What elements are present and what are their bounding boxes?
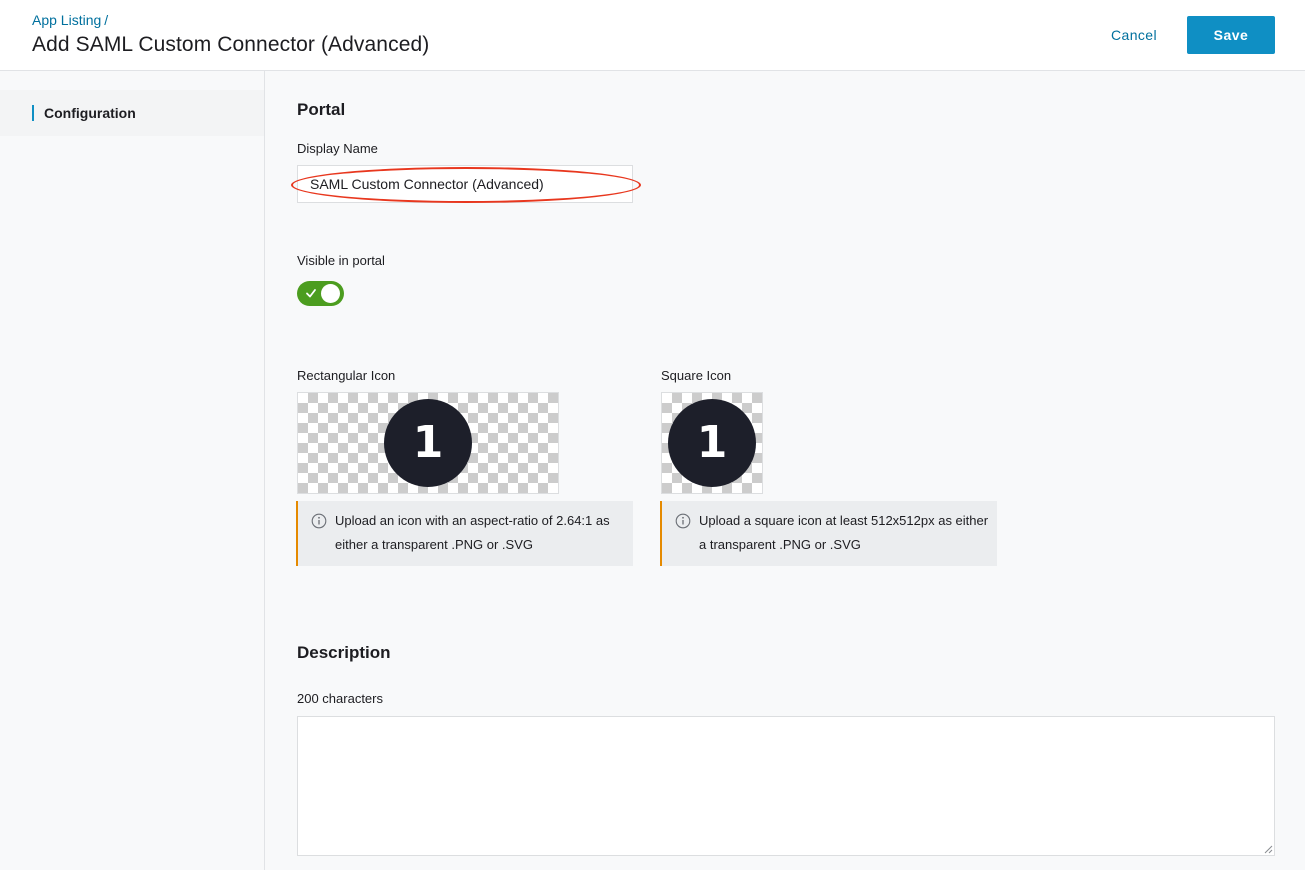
sidebar-item-configuration[interactable]: Configuration — [0, 90, 264, 136]
visible-in-portal-toggle[interactable] — [297, 281, 344, 306]
sidebar-item-label: Configuration — [44, 105, 136, 121]
logo-icon: 1 — [668, 399, 756, 487]
breadcrumb-app-listing-link[interactable]: App Listing — [32, 12, 101, 28]
save-button[interactable]: Save — [1187, 16, 1275, 54]
description-limit-label: 200 characters — [297, 691, 383, 706]
page-header: App Listing / Add SAML Custom Connector (… — [0, 0, 1305, 71]
display-name-input[interactable] — [297, 165, 633, 203]
active-indicator — [32, 105, 34, 121]
rectangular-icon-hint: Upload an icon with an aspect-ratio of 2… — [296, 501, 633, 566]
rectangular-icon-upload[interactable]: 1 — [297, 392, 559, 494]
breadcrumb: App Listing / — [32, 12, 108, 28]
description-textarea[interactable] — [297, 716, 1275, 856]
info-icon — [675, 513, 691, 529]
toggle-knob — [321, 284, 340, 303]
main-content: Portal Display Name Visible in portal Re… — [265, 71, 1305, 870]
logo-glyph: 1 — [412, 417, 444, 468]
square-icon-hint-text: Upload a square icon at least 512x512px … — [699, 513, 989, 552]
rectangular-icon-hint-text: Upload an icon with an aspect-ratio of 2… — [335, 513, 610, 552]
visible-in-portal-label: Visible in portal — [297, 253, 385, 268]
resize-handle-icon[interactable] — [1263, 844, 1273, 854]
cancel-button[interactable]: Cancel — [1098, 16, 1170, 54]
square-icon-upload[interactable]: 1 — [661, 392, 763, 494]
portal-section-title: Portal — [297, 100, 346, 119]
logo-glyph: 1 — [696, 417, 728, 468]
check-icon — [306, 289, 316, 298]
square-icon-hint: Upload a square icon at least 512x512px … — [660, 501, 997, 566]
breadcrumb-separator: / — [104, 12, 109, 28]
display-name-label: Display Name — [297, 141, 378, 156]
sidebar: Configuration — [0, 71, 265, 870]
info-icon — [311, 513, 327, 529]
logo-icon: 1 — [384, 399, 472, 487]
page-title: Add SAML Custom Connector (Advanced) — [32, 33, 430, 56]
description-section-title: Description — [297, 643, 391, 662]
rectangular-icon-label: Rectangular Icon — [297, 368, 396, 383]
square-icon-label: Square Icon — [661, 368, 732, 383]
